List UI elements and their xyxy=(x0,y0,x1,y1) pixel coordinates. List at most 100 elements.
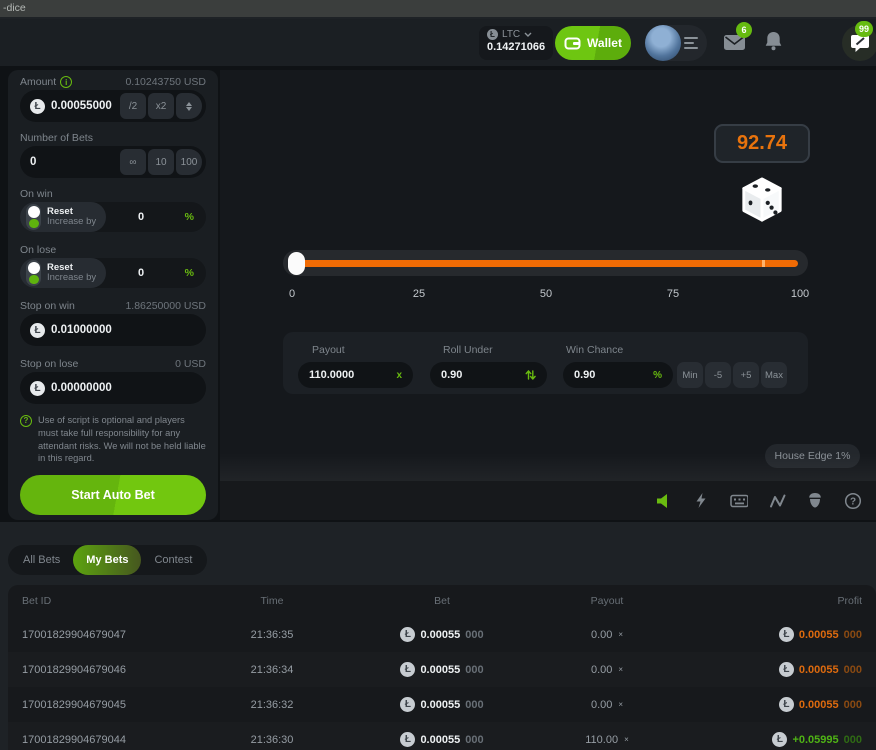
ten-bets-button[interactable]: 10 xyxy=(148,149,174,175)
bets-table-header: Bet ID Time Bet Payout Profit xyxy=(8,585,876,617)
payout-multiplier-unit: x xyxy=(396,370,402,381)
on-lose-row: Reset Increase by 0 % xyxy=(20,258,206,288)
window-titlebar: -dice xyxy=(0,0,876,17)
ltc-coin-icon: Ł xyxy=(400,697,415,712)
win-chance-min-button[interactable]: Min xyxy=(677,362,703,388)
bet-row[interactable]: 17001829904679046 21:36:34 Ł0.00055000 0… xyxy=(8,652,876,687)
stepper-down-icon[interactable] xyxy=(186,107,192,111)
window-title: -dice xyxy=(3,2,26,14)
lightning-icon xyxy=(694,492,708,509)
win-chance-plus5-button[interactable]: +5 xyxy=(733,362,759,388)
on-lose-mode-toggle[interactable]: Reset Increase by xyxy=(20,258,106,288)
increase-by-option[interactable]: Increase by xyxy=(47,273,96,283)
wallet-button[interactable]: Wallet xyxy=(555,26,631,60)
stop-on-win-usd: 1.86250000 USD xyxy=(125,300,206,312)
wallet-balance: 0.14271066 xyxy=(487,41,545,53)
ltc-coin-icon: Ł xyxy=(779,697,794,712)
toggle-switch-icon[interactable] xyxy=(26,260,41,286)
seed-fairness-button[interactable] xyxy=(806,492,824,510)
bet-profit: Ł+0.05995000 xyxy=(692,732,862,747)
dice-game-page: -dice Ł LTC 0.14271066 Wallet 6 xyxy=(0,0,876,750)
col-payout: Payout xyxy=(522,595,692,607)
stop-on-win-input[interactable]: 0.01000000 xyxy=(51,324,112,336)
sound-toggle-button[interactable] xyxy=(654,492,672,510)
bet-id: 17001829904679044 xyxy=(22,734,182,746)
bet-row[interactable]: 17001829904679047 21:36:35 Ł0.00055000 0… xyxy=(8,617,876,652)
mail-badge: 6 xyxy=(736,22,752,38)
live-stats-button[interactable] xyxy=(768,492,786,510)
bell-icon xyxy=(764,31,783,52)
bet-payout: 0.00× xyxy=(522,699,692,711)
hundred-bets-button[interactable]: 100 xyxy=(176,149,202,175)
info-icon[interactable]: i xyxy=(60,76,72,88)
bet-payout: 0.00× xyxy=(522,629,692,641)
help-button[interactable]: ? xyxy=(844,492,862,510)
on-win-value-input[interactable]: 0 xyxy=(138,211,144,223)
slider-handle[interactable] xyxy=(288,252,305,275)
roll-under-slider[interactable] xyxy=(283,250,808,276)
disclaimer-text: Use of script is optional and players mu… xyxy=(38,414,206,465)
ltc-coin-icon: Ł xyxy=(487,29,498,40)
on-win-mode-toggle[interactable]: Reset Increase by xyxy=(20,202,106,232)
amount-usd-value: 0.10243750 USD xyxy=(125,76,206,88)
on-win-percent-unit: % xyxy=(185,211,194,223)
dice-icon xyxy=(739,176,785,229)
bet-row[interactable]: 17001829904679044 21:36:30 Ł0.00055000 1… xyxy=(8,722,876,750)
on-win-row: Reset Increase by 0 % xyxy=(20,202,206,232)
infinite-bets-button[interactable]: ∞ xyxy=(120,149,146,175)
payout-input[interactable]: 110.0000 xyxy=(309,369,354,381)
profile-menu-icon[interactable] xyxy=(684,37,698,52)
win-chance-input[interactable]: 0.90 xyxy=(574,369,595,381)
bet-row[interactable]: 17001829904679045 21:36:32 Ł0.00055000 0… xyxy=(8,687,876,722)
auto-bet-panel: Amount i 0.10243750 USD Ł 0.00055000 /2 … xyxy=(8,70,218,520)
roll-under-input[interactable]: 0.90 xyxy=(441,369,462,381)
start-auto-bet-button[interactable]: Start Auto Bet xyxy=(20,475,206,515)
ltc-coin-icon: Ł xyxy=(400,662,415,677)
bet-id: 17001829904679045 xyxy=(22,699,182,711)
turbo-button[interactable] xyxy=(692,492,710,510)
site-header: Ł LTC 0.14271066 Wallet 6 99 xyxy=(0,19,876,66)
double-amount-button[interactable]: x2 xyxy=(148,93,174,119)
ltc-coin-icon: Ł xyxy=(772,732,787,747)
chat-badge: 99 xyxy=(855,21,873,37)
user-avatar[interactable] xyxy=(645,25,681,61)
bet-id: 17001829904679046 xyxy=(22,664,182,676)
win-chance-minus5-button[interactable]: -5 xyxy=(705,362,731,388)
half-amount-button[interactable]: /2 xyxy=(120,93,146,119)
bet-time: 21:36:35 xyxy=(182,629,362,641)
toggle-switch-icon[interactable] xyxy=(26,204,41,230)
bet-amount: Ł0.00055000 xyxy=(362,732,522,747)
number-of-bets-input[interactable]: 0 xyxy=(30,156,36,168)
win-chance-max-button[interactable]: Max xyxy=(761,362,787,388)
on-lose-value-input[interactable]: 0 xyxy=(138,267,144,279)
ltc-coin-icon: Ł xyxy=(779,627,794,642)
bet-profit: Ł0.00055000 xyxy=(692,627,862,642)
amount-stepper[interactable] xyxy=(176,93,202,119)
currency-selector[interactable]: Ł LTC 0.14271066 xyxy=(479,26,553,60)
hotkeys-button[interactable] xyxy=(730,492,748,510)
amount-label: Amount xyxy=(20,76,56,88)
wallet-icon xyxy=(564,36,581,51)
notifications-button[interactable] xyxy=(764,31,783,57)
tick-50: 50 xyxy=(540,288,552,300)
slider-track-fill xyxy=(296,260,798,267)
bets-tabs: All Bets My Bets Contest xyxy=(8,545,207,575)
bet-time: 21:36:30 xyxy=(182,734,362,746)
amount-input[interactable]: 0.00055000 xyxy=(51,100,112,112)
question-icon: ? xyxy=(20,415,32,427)
number-of-bets-field: 0 ∞ 10 100 xyxy=(20,146,206,178)
roll-under-label: Roll Under xyxy=(443,344,493,356)
slider-scale: 0 25 50 75 100 xyxy=(283,288,808,302)
tab-contest[interactable]: Contest xyxy=(141,545,205,575)
swap-icon[interactable] xyxy=(525,369,536,381)
bet-id: 17001829904679047 xyxy=(22,629,182,641)
tab-all-bets[interactable]: All Bets xyxy=(10,545,73,575)
increase-by-option[interactable]: Increase by xyxy=(47,217,96,227)
bet-amount: Ł0.00055000 xyxy=(362,697,522,712)
tab-my-bets[interactable]: My Bets xyxy=(73,545,141,575)
col-bet-id: Bet ID xyxy=(22,595,182,607)
trend-icon xyxy=(769,493,786,509)
stop-on-lose-input[interactable]: 0.00000000 xyxy=(51,382,112,394)
on-lose-percent-unit: % xyxy=(185,267,194,279)
stepper-up-icon[interactable] xyxy=(186,102,192,106)
